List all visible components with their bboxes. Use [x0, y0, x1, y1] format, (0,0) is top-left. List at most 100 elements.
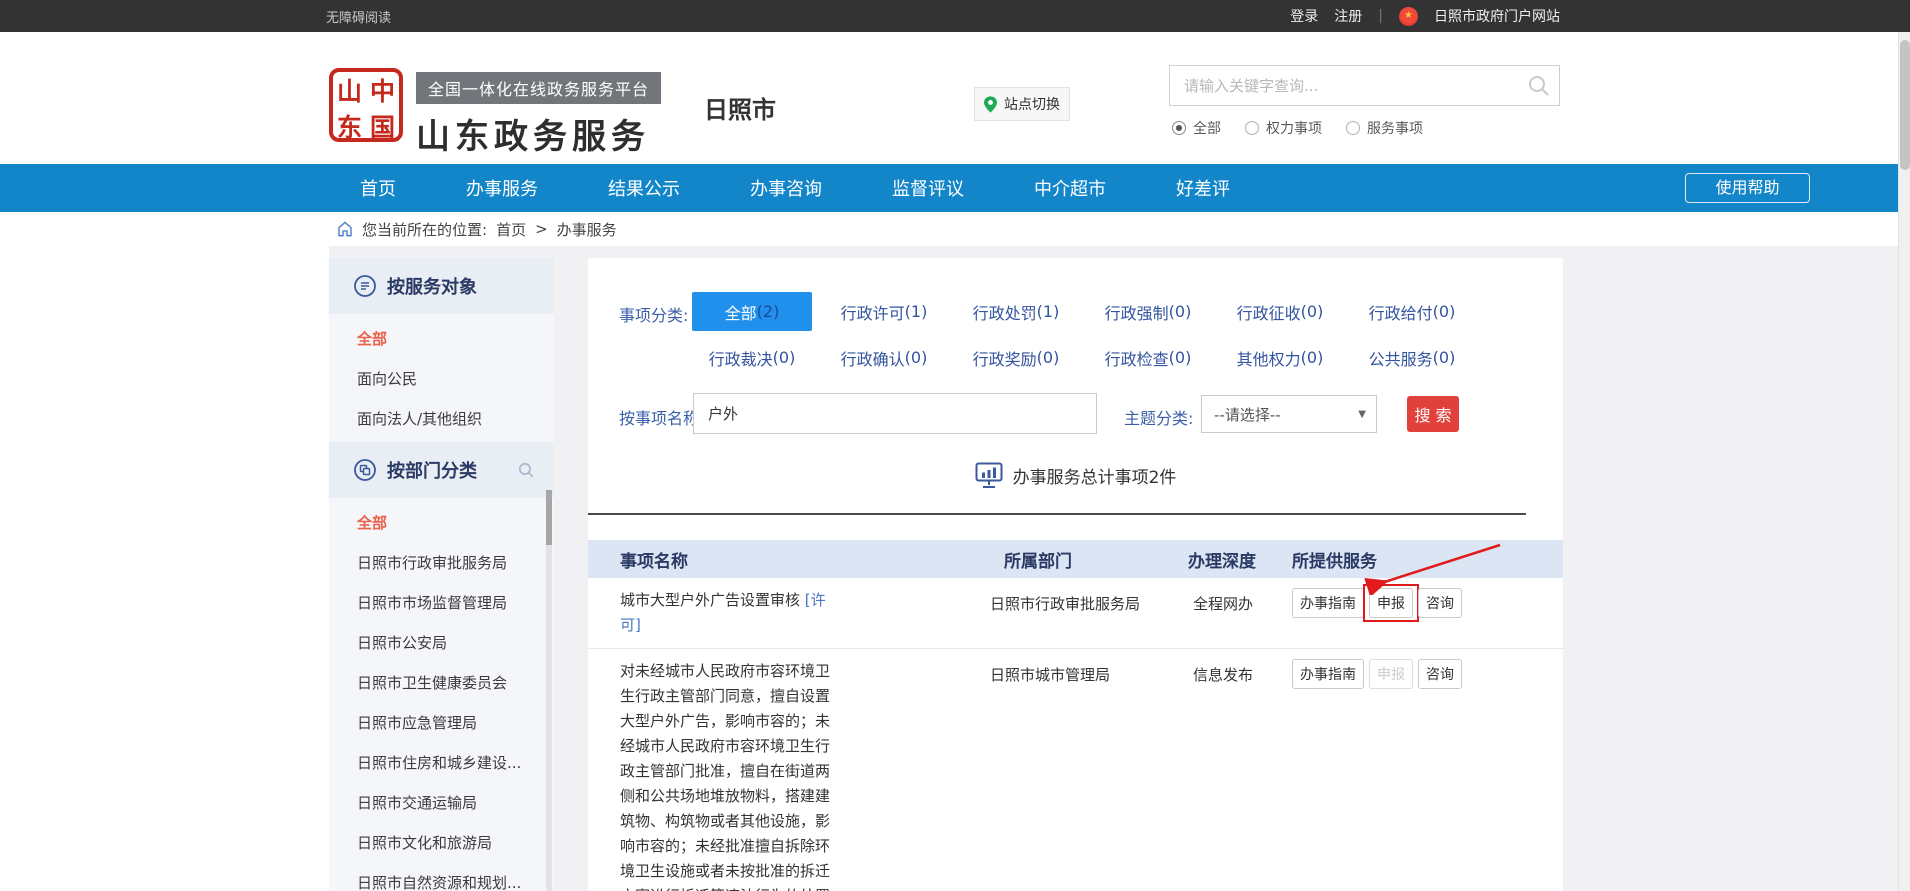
nav-item-home[interactable]: 首页 [352, 175, 404, 201]
category-tab[interactable]: 行政强制(0) [1082, 292, 1214, 331]
platform-badge: 全国一体化在线政务服务平台 [416, 72, 661, 104]
consult-button[interactable]: 咨询 [1418, 659, 1462, 689]
nav-item-services[interactable]: 办事服务 [458, 175, 546, 201]
site-header: 山 中 东 国 全国一体化在线政务服务平台 山东政务服务 日照市 站点切换 全部… [0, 32, 1910, 164]
top-bar: 无障碍阅读 登录 注册 | ★ 日照市政府门户网站 [0, 0, 1910, 32]
item-name-filter-label: 按事项名称: [619, 405, 704, 429]
category-filter-label: 事项分类: [619, 302, 688, 326]
guide-button[interactable]: 办事指南 [1292, 588, 1364, 618]
category-tab[interactable]: 行政裁决(0) [686, 338, 818, 377]
search-button[interactable]: 搜 索 [1407, 396, 1459, 432]
breadcrumb-bar: 您当前所在的位置: 首页 > 办事服务 [0, 212, 1910, 246]
list-circle-icon [353, 274, 377, 298]
sidebar-section-department: 按部门分类 [329, 442, 554, 498]
site-switch-button[interactable]: 站点切换 [974, 87, 1070, 121]
page-scrollbar-track [1898, 32, 1910, 891]
sidebar-scrollbar-thumb[interactable] [546, 490, 552, 545]
sidebar-item-legal-persons[interactable]: 面向法人/其他组织 [329, 398, 554, 438]
sidebar-scrollbar-track [546, 490, 552, 891]
sidebar-item-all-objects[interactable]: 全部 [329, 318, 554, 358]
nav-item-rating[interactable]: 好差评 [1168, 175, 1238, 201]
sidebar-dept-item[interactable]: 日照市自然资源和规划... [329, 862, 554, 891]
item-depth: 信息发布 [1163, 659, 1258, 685]
radio-icon [1346, 121, 1360, 135]
keyword-search-box [1169, 65, 1560, 106]
category-tab[interactable]: 行政许可(1) [818, 292, 950, 331]
category-tabs: 全部(2) 行政许可(1) 行政处罚(1) 行政强制(0) 行政征收(0) 行政… [686, 292, 1478, 377]
category-tab[interactable]: 公共服务(0) [1346, 338, 1478, 377]
topic-select[interactable]: --请选择-- ▼ [1201, 395, 1377, 433]
table-row: 城市大型户外广告设置审核 [许可] 日照市行政审批服务局 全程网办 办事指南 申… [588, 578, 1563, 649]
department-circle-icon [353, 458, 377, 482]
sidebar-dept-item[interactable]: 日照市市场监督管理局 [329, 582, 554, 622]
col-header-item-name: 事项名称 [608, 547, 968, 572]
chart-monitor-icon [975, 462, 1003, 489]
keyword-search-input[interactable] [1170, 66, 1559, 105]
main-panel: 事项分类: 全部(2) 行政许可(1) 行政处罚(1) 行政强制(0) 行政征收… [588, 258, 1563, 891]
radio-selected-icon [1172, 121, 1186, 135]
breadcrumb-current[interactable]: 办事服务 [557, 219, 617, 240]
item-name-link[interactable]: 城市大型户外广告设置审核 [620, 591, 800, 609]
accessibility-link[interactable]: 无障碍阅读 [326, 7, 391, 26]
home-icon [337, 221, 353, 237]
sidebar-item-citizens[interactable]: 面向公民 [329, 358, 554, 398]
sidebar-dept-item[interactable]: 日照市公安局 [329, 622, 554, 662]
breadcrumb-prefix: 您当前所在的位置: [362, 219, 487, 240]
category-tab[interactable]: 行政奖励(0) [950, 338, 1082, 377]
guide-button[interactable]: 办事指南 [1292, 659, 1364, 689]
breadcrumb-home-link[interactable]: 首页 [496, 219, 526, 240]
result-summary: 办事服务总计事项2件 [588, 462, 1563, 489]
location-pin-icon [984, 96, 997, 113]
apply-button-disabled: 申报 [1369, 659, 1413, 689]
scope-radio-service-items[interactable]: 服务事项 [1346, 118, 1423, 138]
category-tab[interactable]: 其他权力(0) [1214, 338, 1346, 377]
national-emblem-icon: ★ [1399, 7, 1418, 26]
site-title: 山东政务服务 [416, 109, 661, 158]
register-link[interactable]: 注册 [1334, 6, 1362, 26]
item-name-link[interactable]: 对未经城市人民政府市容环境卫生行政主管部门同意，擅自设置大型户外广告，影响市容的… [620, 659, 832, 891]
shandong-china-seal-logo: 山 中 东 国 [329, 68, 403, 142]
sidebar-dept-item[interactable]: 日照市行政审批服务局 [329, 542, 554, 582]
nav-item-consult[interactable]: 办事咨询 [742, 175, 830, 201]
sidebar-dept-item[interactable]: 日照市文化和旅游局 [329, 822, 554, 862]
category-tab[interactable]: 行政征收(0) [1214, 292, 1346, 331]
divider-line [588, 513, 1526, 515]
sidebar-dept-item[interactable]: 日照市住房和城乡建设... [329, 742, 554, 782]
item-depth: 全程网办 [1163, 588, 1258, 614]
sidebar-dept-all[interactable]: 全部 [329, 502, 554, 542]
scope-radio-power-items[interactable]: 权力事项 [1245, 118, 1322, 138]
item-name-input[interactable] [693, 393, 1097, 434]
login-link[interactable]: 登录 [1290, 6, 1318, 26]
category-tab[interactable]: 行政处罚(1) [950, 292, 1082, 331]
sidebar-dept-item[interactable]: 日照市交通运输局 [329, 782, 554, 822]
result-summary-text: 办事服务总计事项2件 [1013, 463, 1177, 488]
scope-radio-all[interactable]: 全部 [1172, 118, 1221, 138]
city-portal-link[interactable]: 日照市政府门户网站 [1434, 6, 1560, 26]
breadcrumb: 您当前所在的位置: 首页 > 办事服务 [337, 212, 617, 246]
search-icon[interactable] [1527, 74, 1551, 98]
sidebar-dept-item[interactable]: 日照市卫生健康委员会 [329, 662, 554, 702]
nav-item-results[interactable]: 结果公示 [600, 175, 688, 201]
department-search-icon[interactable] [517, 461, 536, 480]
radio-icon [1245, 121, 1259, 135]
col-header-services: 所提供服务 [1258, 547, 1563, 572]
consult-button[interactable]: 咨询 [1418, 588, 1462, 618]
sidebar-dept-item[interactable]: 日照市应急管理局 [329, 702, 554, 742]
category-tab-all[interactable]: 全部(2) [692, 292, 812, 331]
current-city: 日照市 [704, 90, 776, 125]
nav-item-supervision[interactable]: 监督评议 [884, 175, 972, 201]
search-scope-group: 全部 权力事项 服务事项 [1172, 118, 1423, 138]
page-scrollbar-thumb[interactable] [1900, 40, 1910, 170]
item-department: 日照市行政审批服务局 [968, 588, 1163, 614]
help-button[interactable]: 使用帮助 [1685, 173, 1810, 203]
item-department: 日照市城市管理局 [968, 659, 1163, 685]
topbar-divider: | [1378, 8, 1383, 24]
category-tab[interactable]: 行政确认(0) [818, 338, 950, 377]
apply-button[interactable]: 申报 [1369, 588, 1413, 618]
nav-item-agency-market[interactable]: 中介超市 [1026, 175, 1114, 201]
category-tab[interactable]: 行政检查(0) [1082, 338, 1214, 377]
category-tab[interactable]: 行政给付(0) [1346, 292, 1478, 331]
table-row: 对未经城市人民政府市容环境卫生行政主管部门同意，擅自设置大型户外广告，影响市容的… [588, 649, 1563, 891]
table-header: 事项名称 所属部门 办理深度 所提供服务 [588, 540, 1563, 578]
col-header-depth: 办理深度 [1163, 547, 1258, 572]
